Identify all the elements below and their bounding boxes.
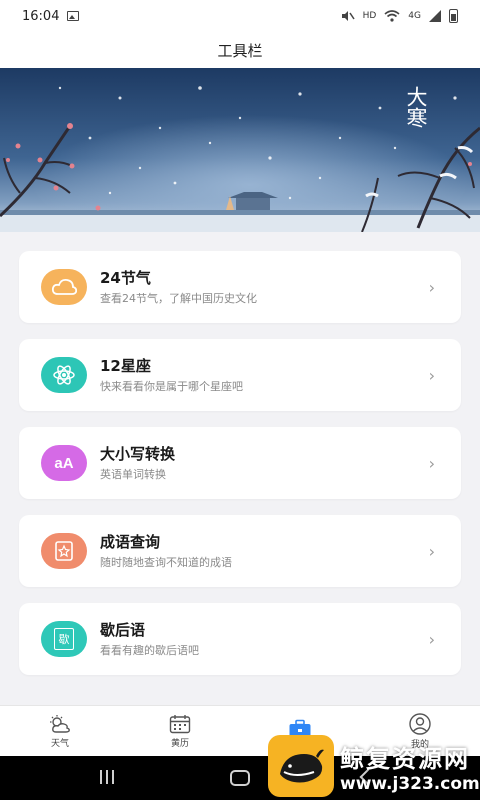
- tab-label: 黄历: [170, 738, 189, 749]
- calendar-icon: [169, 714, 191, 733]
- image-notification-icon: [67, 11, 80, 21]
- chevron-right-icon: ›: [428, 629, 435, 649]
- atom-icon: [41, 357, 87, 393]
- tool-card-xiehouyu[interactable]: 歇 歇后语 看看有趣的歇后语吧 ›: [19, 603, 461, 675]
- battery-icon: [449, 9, 458, 23]
- tool-subtitle: 随时随地查询不知道的成语: [100, 556, 232, 569]
- tab-label: 天气: [50, 738, 69, 749]
- tool-card-solar-terms[interactable]: 24节气 查看24节气，了解中国历史文化 ›: [19, 251, 461, 323]
- tool-list: 24节气 查看24节气，了解中国历史文化 › 12星座 快来看看你是属于哪个星座…: [0, 232, 480, 705]
- cloud-icon: [41, 269, 87, 305]
- tool-title: 24节气: [100, 269, 151, 287]
- tool-card-zodiac[interactable]: 12星座 快来看看你是属于哪个星座吧 ›: [19, 339, 461, 411]
- banner-solar-term-text: 大寒: [404, 86, 428, 128]
- tool-card-idioms[interactable]: 成语查询 随时随地查询不知道的成语 ›: [19, 515, 461, 587]
- tool-card-case-convert[interactable]: aA 大小写转换 英语单词转换 ›: [19, 427, 461, 499]
- status-time: 16:04: [22, 8, 60, 24]
- mute-icon: [341, 11, 355, 21]
- page-title: 工具栏: [217, 41, 263, 60]
- tab-almanac[interactable]: 黄历: [120, 706, 240, 756]
- tool-subtitle: 快来看看你是属于哪个星座吧: [100, 380, 243, 393]
- recent-apps-button[interactable]: [96, 770, 118, 786]
- tool-title: 12星座: [100, 357, 151, 375]
- tool-title: 歇后语: [100, 621, 146, 639]
- status-bar: 16:04 HD 4G: [0, 0, 480, 32]
- tool-title: 成语查询: [100, 533, 161, 551]
- tool-subtitle: 英语单词转换: [100, 468, 166, 481]
- chevron-right-icon: ›: [428, 541, 435, 561]
- wifi-icon: [384, 10, 400, 22]
- whale-logo-icon: [268, 735, 334, 797]
- watermark-brand: 鲸复资源网: [340, 744, 470, 773]
- banner-image: 大寒: [0, 68, 480, 232]
- home-button[interactable]: [230, 770, 250, 786]
- tool-subtitle: 看看有趣的歇后语吧: [100, 644, 199, 657]
- book-glyph: 歇: [58, 633, 70, 646]
- chevron-right-icon: ›: [428, 453, 435, 473]
- tool-subtitle: 查看24节气，了解中国历史文化: [100, 292, 257, 305]
- chevron-right-icon: ›: [428, 277, 435, 297]
- hd-label: HD: [362, 11, 377, 21]
- book-star-icon: [41, 533, 87, 569]
- book-icon: 歇: [41, 621, 87, 657]
- status-icons: HD 4G: [341, 9, 458, 23]
- weather-icon: [50, 714, 70, 733]
- watermark: 鲸复资源网 www.j323.com: [264, 732, 480, 800]
- case-convert-icon: aA: [41, 445, 87, 481]
- tab-weather[interactable]: 天气: [0, 706, 120, 756]
- case-convert-glyph: aA: [54, 454, 74, 472]
- chevron-right-icon: ›: [428, 365, 435, 385]
- signal-icon: [429, 10, 441, 22]
- watermark-url: www.j323.com: [340, 773, 480, 794]
- title-bar: 工具栏: [0, 32, 480, 68]
- tool-title: 大小写转换: [100, 445, 176, 463]
- network-label: 4G: [408, 11, 421, 21]
